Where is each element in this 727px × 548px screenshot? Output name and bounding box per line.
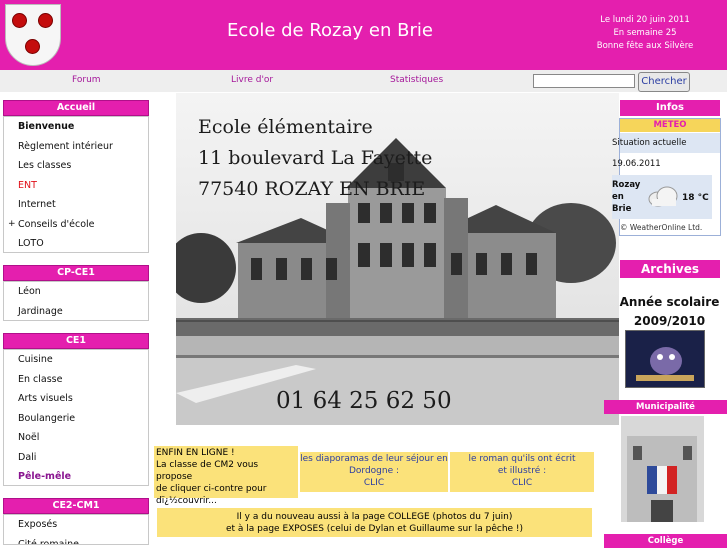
weather-temperature: 18 °C bbox=[682, 193, 709, 203]
college-header: Collège bbox=[604, 534, 727, 548]
menu-item-pele-mele[interactable]: Pêle-mêle bbox=[4, 467, 148, 487]
weather-city-line: Brie bbox=[612, 204, 632, 214]
menu-item-label: Conseils d'école bbox=[18, 218, 95, 230]
nav-link-guestbook[interactable]: Livre d'or bbox=[231, 75, 273, 85]
menu-ce1: Cuisine En classe Arts visuels Boulanger… bbox=[3, 349, 149, 486]
menu-item-noel[interactable]: Noël bbox=[4, 428, 148, 448]
nav-link-statistics[interactable]: Statistiques bbox=[390, 75, 443, 85]
menu-item-cite-romaine[interactable]: Cité romaine bbox=[4, 535, 148, 545]
search-input[interactable] bbox=[533, 74, 635, 88]
menu-item-loto[interactable]: LOTO bbox=[4, 234, 148, 254]
hero-line-3: 77540 ROZAY EN BRIE bbox=[198, 178, 425, 200]
notice-news-line: et à la page EXPOSES (celui de Dylan et … bbox=[225, 524, 524, 534]
weather-situation: Situation actuelle bbox=[612, 133, 720, 153]
weather-city: Rozay en Brie bbox=[612, 179, 640, 215]
hero-phone: 01 64 25 62 50 bbox=[276, 388, 452, 414]
menu-header-cpce1: CP-CE1 bbox=[3, 265, 149, 281]
archives-year-label: Année scolaire bbox=[619, 295, 720, 309]
notice-news: Il y a du nouveau aussi à la page COLLEG… bbox=[157, 508, 592, 537]
archives-year[interactable]: 2009/2010 bbox=[612, 312, 727, 331]
municipalite-photo[interactable] bbox=[621, 416, 704, 522]
menu-item-dali[interactable]: Dali bbox=[4, 448, 148, 468]
menu-item-exposes[interactable]: Exposés bbox=[4, 515, 148, 535]
menu-ce2cm1: Exposés Cité romaine bbox=[3, 514, 149, 545]
menu-cpce1: Léon Jardinage bbox=[3, 281, 149, 321]
school-building-illustration: Ecole élémentaire 11 boulevard La Fayett… bbox=[176, 93, 619, 425]
infos-header: Infos bbox=[620, 100, 720, 116]
archives-picture bbox=[626, 331, 704, 387]
expand-plus-icon: + bbox=[8, 218, 16, 229]
notice-online-line: de cliquer ci-contre pour bbox=[156, 484, 267, 494]
saint-of-day: Bonne fête aux Silvère bbox=[596, 41, 694, 51]
municipalite-header: Municipalité bbox=[604, 400, 727, 414]
school-crest-logo[interactable] bbox=[5, 4, 61, 66]
date-line: Le lundi 20 juin 2011 bbox=[600, 15, 690, 25]
novel-clic-link[interactable]: CLIC bbox=[450, 477, 594, 489]
slides-clic-link[interactable]: CLIC bbox=[300, 477, 448, 489]
menu-item-jardinage[interactable]: Jardinage bbox=[4, 302, 148, 322]
rose-emblem-icon bbox=[25, 39, 40, 54]
menu-item-conseils[interactable]: + Conseils d'école bbox=[4, 215, 148, 235]
notice-novel: le roman qu'ils ont écrit et illustré : … bbox=[450, 452, 594, 492]
menu-item-en-classe[interactable]: En classe bbox=[4, 370, 148, 390]
search-button[interactable]: Chercher bbox=[638, 72, 690, 92]
meteo-label: METEO bbox=[620, 119, 720, 132]
date-info: Le lundi 20 juin 2011 En semaine 25 Bonn… bbox=[575, 14, 715, 53]
menu-header-accueil: Accueil bbox=[3, 100, 149, 116]
menu-item-internet[interactable]: Internet bbox=[4, 195, 148, 215]
rose-emblem-icon bbox=[12, 13, 27, 28]
rose-emblem-icon bbox=[38, 13, 53, 28]
archives-header: Archives bbox=[620, 260, 720, 278]
weather-city-line: Rozay bbox=[612, 180, 641, 190]
weather-date: 19.06.2011 bbox=[612, 159, 661, 169]
nav-link-forum[interactable]: Forum bbox=[72, 75, 101, 85]
notice-slideshows: les diaporamas de leur séjour en Dordogn… bbox=[300, 452, 448, 492]
cloud-icon bbox=[648, 186, 678, 207]
hero-line-2: 11 boulevard La Fayette bbox=[198, 147, 432, 169]
notice-novel-line: et illustré : bbox=[497, 466, 547, 476]
menu-item-cuisine[interactable]: Cuisine bbox=[4, 350, 148, 370]
notice-slides-line: Dordogne : bbox=[348, 466, 400, 476]
notice-online-line: dï¿½couvrir... bbox=[156, 496, 217, 506]
notice-online-line: La classe de CM2 vous propose bbox=[156, 460, 259, 482]
hero-line-1: Ecole élémentaire bbox=[198, 116, 373, 138]
archives-thumbnail[interactable] bbox=[625, 330, 705, 388]
notice-online-title: ENFIN EN LIGNE ! bbox=[156, 448, 235, 458]
menu-header-ce2cm1: CE2-CM1 bbox=[3, 498, 149, 514]
weather-city-line: en bbox=[612, 192, 624, 202]
site-title: Ecole de Rozay en Brie bbox=[227, 20, 433, 41]
notice-online: ENFIN EN LIGNE ! La classe de CM2 vous p… bbox=[154, 446, 298, 506]
menu-item-ent[interactable]: ENT bbox=[4, 176, 148, 196]
menu-item-bienvenue[interactable]: Bienvenue bbox=[4, 117, 148, 137]
menu-item-arts-visuels[interactable]: Arts visuels bbox=[4, 389, 148, 409]
archives-year-box: Année scolaire 2009/2010 bbox=[612, 293, 727, 331]
menu-item-classes[interactable]: Les classes bbox=[4, 156, 148, 176]
menu-header-ce1: CE1 bbox=[3, 333, 149, 349]
menu-item-leon[interactable]: Léon bbox=[4, 282, 148, 302]
notice-news-line: Il y a du nouveau aussi à la page COLLEG… bbox=[236, 512, 513, 522]
week-line: En semaine 25 bbox=[613, 28, 677, 38]
menu-item-reglement[interactable]: Règlement intérieur bbox=[4, 137, 148, 157]
weather-widget[interactable]: METEO Situation actuelle 19.06.2011 Roza… bbox=[612, 118, 721, 236]
notice-novel-line: le roman qu'ils ont écrit bbox=[468, 454, 576, 464]
menu-item-boulangerie[interactable]: Boulangerie bbox=[4, 409, 148, 429]
menu-accueil: Bienvenue Règlement intérieur Les classe… bbox=[3, 116, 149, 253]
school-photo: Ecole élémentaire 11 boulevard La Fayett… bbox=[176, 93, 619, 425]
notice-slides-line: les diaporamas de leur séjour en bbox=[300, 454, 448, 464]
weather-credit: © WeatherOnline Ltd. bbox=[620, 223, 703, 232]
town-hall-picture bbox=[621, 416, 704, 522]
